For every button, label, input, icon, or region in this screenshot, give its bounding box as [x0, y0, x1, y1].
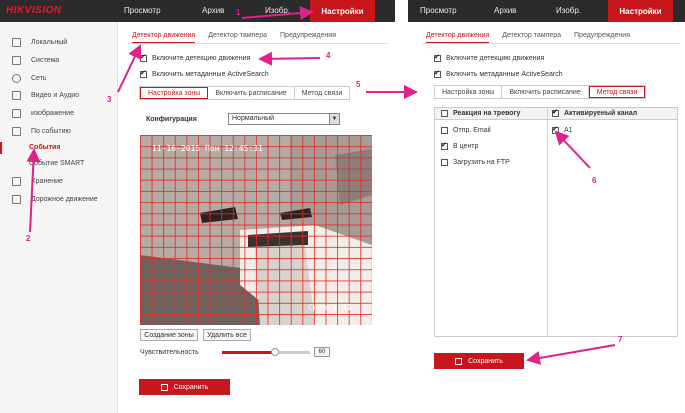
annotation-label-2: 2: [26, 234, 31, 243]
annotation-label-3: 3: [107, 95, 112, 104]
annotation-label-6: 6: [592, 176, 597, 185]
annotation-label-5: 5: [356, 80, 361, 89]
annotation-arrows: [26, 6, 616, 365]
annotation-label-4: 4: [326, 51, 331, 60]
annotation-label-7: 7: [618, 335, 623, 344]
annotation-label-1: 1: [236, 8, 241, 17]
arrow-2: [26, 148, 41, 233]
arrow-7: [526, 344, 616, 365]
arrow-3: [117, 44, 142, 93]
arrow-1: [241, 6, 314, 20]
arrow-4: [258, 51, 321, 66]
arrow-6: [554, 130, 591, 169]
